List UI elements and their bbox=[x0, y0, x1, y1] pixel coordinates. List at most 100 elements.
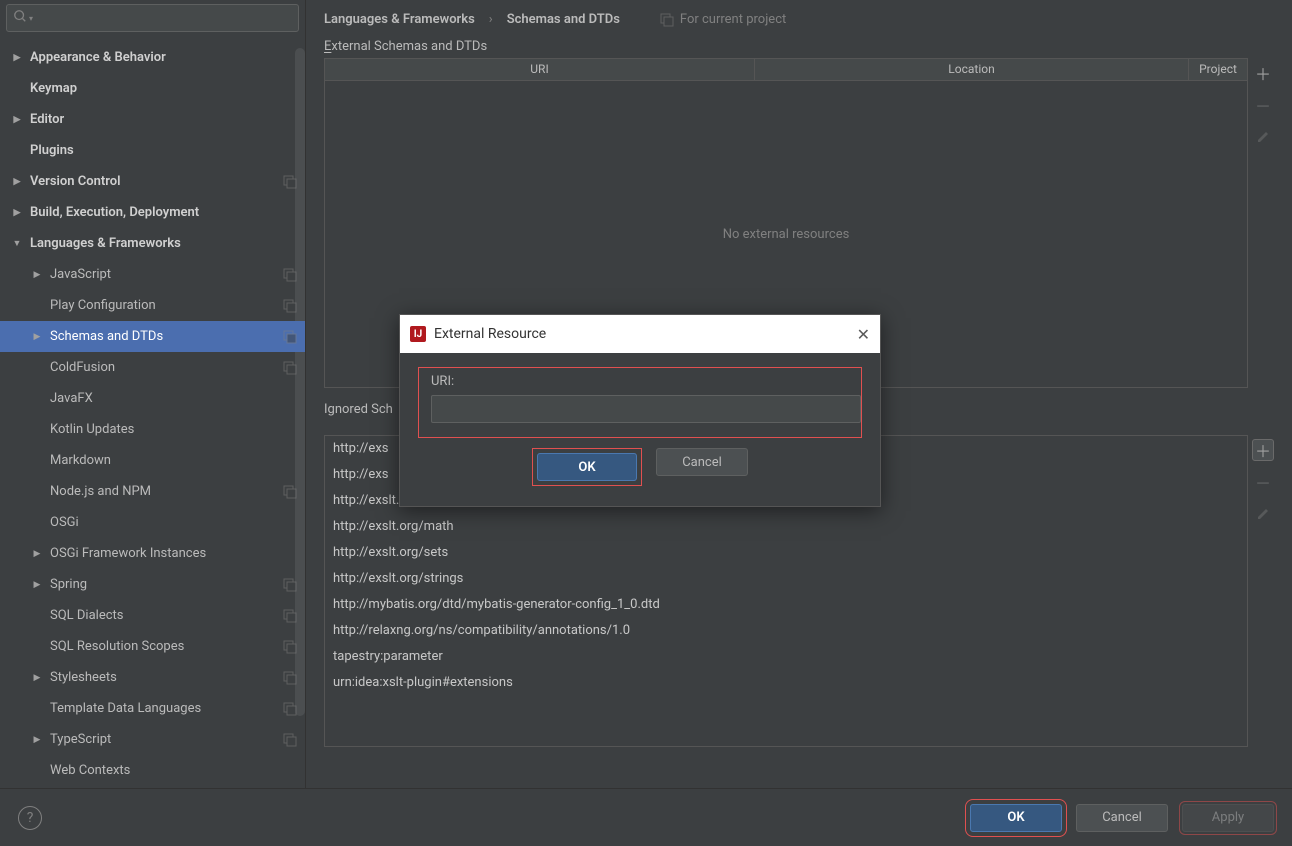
chevron-right-icon: › bbox=[489, 12, 493, 27]
list-item[interactable]: http://exslt.org/strings bbox=[325, 566, 1247, 592]
settings-sidebar: ▾ ▶Appearance & Behavior▶Keymap▶Editor▶P… bbox=[0, 0, 306, 788]
help-button[interactable]: ? bbox=[18, 806, 42, 830]
sidebar-item-editor[interactable]: ▶Editor bbox=[0, 104, 305, 135]
cancel-button[interactable]: Cancel bbox=[1076, 804, 1168, 832]
column-location[interactable]: Location bbox=[755, 59, 1189, 80]
project-scope-icon bbox=[283, 640, 297, 654]
footer: ? OK Cancel Apply bbox=[0, 788, 1292, 846]
dialog-titlebar[interactable]: IJ External Resource ✕ bbox=[400, 315, 880, 353]
sidebar-item-languages-frameworks[interactable]: ▼ Languages & Frameworks bbox=[0, 228, 305, 259]
search-input[interactable]: ▾ bbox=[6, 4, 299, 32]
sidebar-item-sql-resolution-scopes[interactable]: ▶SQL Resolution Scopes bbox=[0, 631, 305, 662]
sidebar-item-label: OSGi bbox=[50, 515, 297, 530]
sidebar-item-version-control[interactable]: ▶ Version Control bbox=[0, 166, 305, 197]
sidebar-item-appearance-behavior[interactable]: ▶Appearance & Behavior bbox=[0, 42, 305, 73]
chevron-right-icon: ▶ bbox=[32, 270, 42, 280]
sidebar-item-osgi[interactable]: ▶OSGi bbox=[0, 507, 305, 538]
sidebar-item-label: Stylesheets bbox=[50, 670, 283, 685]
sidebar-item-javascript[interactable]: ▶ JavaScript bbox=[0, 259, 305, 290]
chevron-right-icon: ▶ bbox=[12, 208, 22, 218]
column-project[interactable]: Project bbox=[1189, 59, 1247, 80]
edit-button[interactable] bbox=[1252, 126, 1274, 148]
sidebar-item-sql-dialects[interactable]: ▶SQL Dialects bbox=[0, 600, 305, 631]
remove-button[interactable]: － bbox=[1252, 471, 1274, 493]
sidebar-item-build-execution-deployment[interactable]: ▶ Build, Execution, Deployment bbox=[0, 197, 305, 228]
project-scope-icon bbox=[283, 702, 297, 716]
remove-button[interactable]: － bbox=[1252, 94, 1274, 116]
add-button[interactable]: ＋ bbox=[1252, 439, 1274, 461]
ok-button[interactable]: OK bbox=[970, 804, 1062, 832]
breadcrumb-part: Schemas and DTDs bbox=[507, 12, 620, 27]
dialog-ok-highlight: OK bbox=[532, 448, 642, 486]
breadcrumb-part: Languages & Frameworks bbox=[324, 12, 475, 27]
uri-input[interactable] bbox=[431, 395, 861, 423]
project-scope-icon bbox=[283, 175, 297, 189]
project-scope-icon bbox=[283, 299, 297, 313]
sidebar-item-label: SQL Dialects bbox=[50, 608, 283, 623]
sidebar-item-schemas-and-dtds[interactable]: ▶Schemas and DTDs bbox=[0, 321, 305, 352]
sidebar-item-label: TypeScript bbox=[50, 732, 283, 747]
chevron-down-icon: ▼ bbox=[12, 238, 22, 249]
dialog-ok-button[interactable]: OK bbox=[537, 453, 637, 481]
chevron-right-icon: ▶ bbox=[12, 115, 22, 125]
sidebar-item-web-contexts[interactable]: ▶Web Contexts bbox=[0, 755, 305, 786]
sidebar-item-label: Template Data Languages bbox=[50, 701, 283, 716]
list-item[interactable]: tapestry:parameter bbox=[325, 644, 1247, 670]
column-uri[interactable]: URI bbox=[325, 59, 755, 80]
apply-button[interactable]: Apply bbox=[1182, 804, 1274, 832]
sidebar-item-node-js-and-npm[interactable]: ▶Node.js and NPM bbox=[0, 476, 305, 507]
sidebar-item-label: Plugins bbox=[30, 143, 297, 158]
sidebar-item-typescript[interactable]: ▶ TypeScript bbox=[0, 724, 305, 755]
sidebar-item-label: SQL Resolution Scopes bbox=[50, 639, 283, 654]
project-scope-icon bbox=[283, 361, 297, 375]
sidebar-item-spring[interactable]: ▶Spring bbox=[0, 569, 305, 600]
ignored-toolbar: ＋ － bbox=[1248, 435, 1278, 747]
sidebar-item-markdown[interactable]: ▶Markdown bbox=[0, 445, 305, 476]
settings-tree: ▶Appearance & Behavior▶Keymap▶Editor▶Plu… bbox=[0, 38, 305, 788]
project-scope-icon bbox=[283, 671, 297, 685]
sidebar-item-label: Languages & Frameworks bbox=[30, 236, 297, 251]
search-icon bbox=[13, 9, 27, 27]
sidebar-item-javafx[interactable]: ▶JavaFX bbox=[0, 383, 305, 414]
sidebar-item-label: JavaScript bbox=[50, 267, 283, 282]
table-header: URI Location Project bbox=[325, 59, 1247, 81]
sidebar-item-label: Build, Execution, Deployment bbox=[30, 205, 297, 220]
project-scope-icon bbox=[283, 609, 297, 623]
sidebar-item-stylesheets[interactable]: ▶ Stylesheets bbox=[0, 662, 305, 693]
add-button[interactable]: ＋ bbox=[1252, 62, 1274, 84]
close-icon[interactable]: ✕ bbox=[857, 325, 870, 344]
list-item[interactable]: http://mybatis.org/dtd/mybatis-generator… bbox=[325, 592, 1247, 618]
project-scope-icon bbox=[283, 578, 297, 592]
sidebar-item-keymap[interactable]: ▶Keymap bbox=[0, 73, 305, 104]
sidebar-item-play-configuration[interactable]: ▶Play Configuration bbox=[0, 290, 305, 321]
chevron-right-icon: ▶ bbox=[32, 673, 42, 683]
chevron-right-icon: ▶ bbox=[32, 580, 42, 590]
list-item[interactable]: urn:idea:xslt-plugin#extensions bbox=[325, 670, 1247, 696]
sidebar-item-template-data-languages[interactable]: ▶Template Data Languages bbox=[0, 693, 305, 724]
list-item[interactable]: http://relaxng.org/ns/compatibility/anno… bbox=[325, 618, 1247, 644]
chevron-right-icon: ▶ bbox=[12, 177, 22, 187]
sidebar-item-coldfusion[interactable]: ▶ColdFusion bbox=[0, 352, 305, 383]
list-item[interactable]: http://exslt.org/sets bbox=[325, 540, 1247, 566]
sidebar-item-label: Version Control bbox=[30, 174, 283, 189]
dialog-cancel-button[interactable]: Cancel bbox=[656, 448, 748, 476]
project-scope-icon bbox=[283, 733, 297, 747]
sidebar-item-osgi-framework-instances[interactable]: ▶OSGi Framework Instances bbox=[0, 538, 305, 569]
project-scope-icon bbox=[283, 485, 297, 499]
sidebar-item-label: Keymap bbox=[30, 81, 297, 96]
external-toolbar: ＋ － bbox=[1248, 58, 1278, 388]
list-item[interactable]: http://exslt.org/math bbox=[325, 514, 1247, 540]
sidebar-item-kotlin-updates[interactable]: ▶Kotlin Updates bbox=[0, 414, 305, 445]
chevron-right-icon: ▶ bbox=[32, 735, 42, 745]
sidebar-item-label: JavaFX bbox=[50, 391, 297, 406]
sidebar-item-plugins[interactable]: ▶Plugins bbox=[0, 135, 305, 166]
project-scope-icon bbox=[283, 330, 297, 344]
chevron-right-icon: ▶ bbox=[12, 53, 22, 63]
sidebar-item-label: OSGi Framework Instances bbox=[50, 546, 297, 561]
external-resource-dialog: IJ External Resource ✕ URI: OK Cancel bbox=[399, 314, 881, 507]
sidebar-item-label: Schemas and DTDs bbox=[50, 329, 283, 344]
app-icon: IJ bbox=[410, 326, 426, 342]
edit-button[interactable] bbox=[1252, 503, 1274, 525]
project-scope-icon bbox=[283, 268, 297, 282]
external-schemas-label: External Schemas and DTDs bbox=[324, 39, 1278, 54]
